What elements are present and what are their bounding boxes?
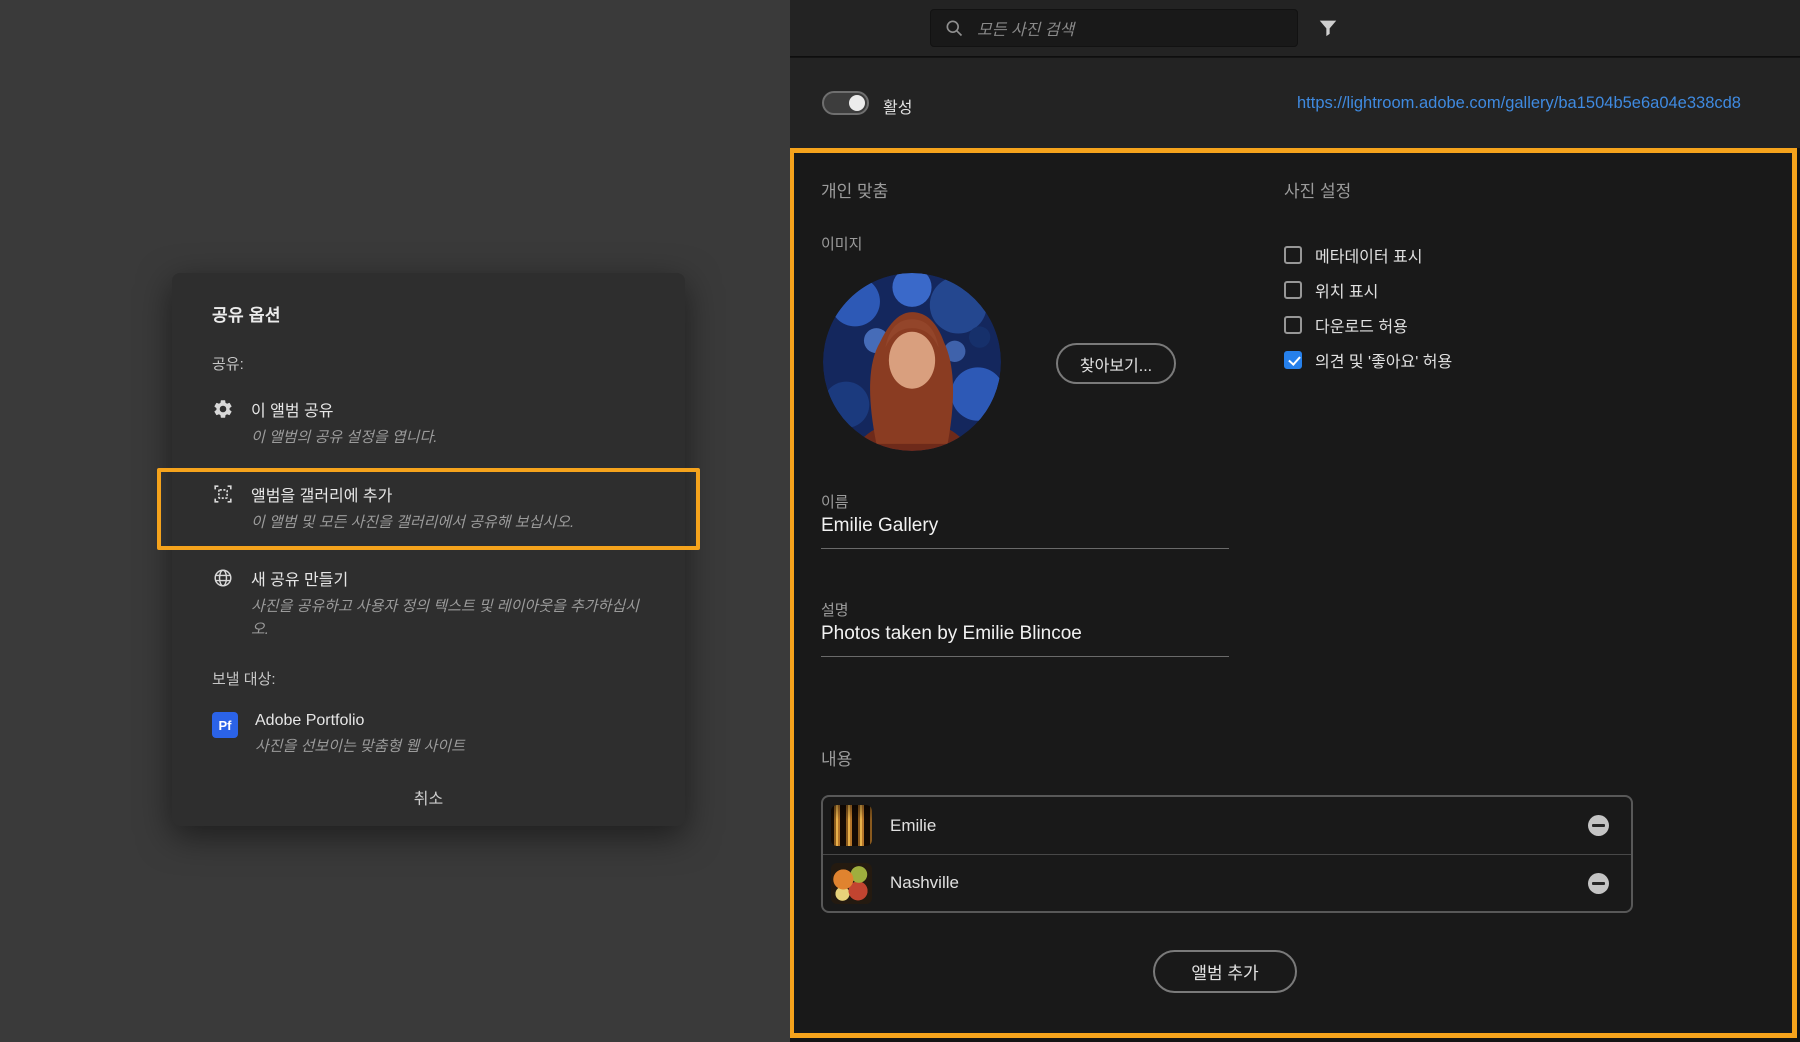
menu-item-desc: 이 앨범 및 모든 사진을 갤러리에서 공유해 보십시오. — [251, 512, 645, 535]
menu-item-adobe-portfolio[interactable]: Pf Adobe Portfolio 사진을 선보이는 맞춤형 웹 사이트 — [212, 712, 645, 759]
browse-button[interactable]: 찾아보기... — [1056, 343, 1176, 384]
remove-album-icon[interactable] — [1588, 815, 1609, 836]
share-section-label: 공유: — [212, 353, 645, 374]
menu-item-desc: 사진을 공유하고 사용자 정의 텍스트 및 레이아웃을 추가하십시오. — [251, 596, 645, 641]
topbar: 모든 사진 검색 — [790, 0, 1800, 57]
setting-row-show-metadata: 메타데이터 표시 — [1284, 243, 1452, 267]
remove-album-icon[interactable] — [1588, 873, 1609, 894]
share-options-popup: 공유 옵션 공유: 이 앨범 공유 이 앨범의 공유 설정을 엽니다. 앨범을 … — [172, 273, 685, 826]
album-thumbnail — [831, 805, 872, 846]
send-to-section-label: 보낼 대상: — [212, 668, 645, 689]
setting-row-allow-downloads: 다운로드 허용 — [1284, 313, 1452, 337]
photo-settings-list: 메타데이터 표시 위치 표시 다운로드 허용 의견 및 '좋아요' 허용 — [1284, 243, 1452, 372]
album-name: Nashville — [890, 873, 1588, 893]
active-toggle-label: 활성 — [883, 94, 912, 118]
personalize-heading: 개인 맞춤 — [821, 177, 888, 202]
popup-title: 공유 옵션 — [212, 301, 645, 326]
checkbox-label: 메타데이터 표시 — [1315, 243, 1423, 267]
checkbox-label: 다운로드 허용 — [1315, 313, 1408, 337]
content-heading: 내용 — [821, 745, 852, 770]
status-row: 활성 https://lightroom.adobe.com/gallery/b… — [790, 58, 1800, 148]
checkbox-show-metadata[interactable] — [1284, 246, 1302, 264]
menu-item-new-share[interactable]: 새 공유 만들기 사진을 공유하고 사용자 정의 텍스트 및 레이아웃을 추가하… — [212, 566, 645, 641]
setting-row-show-location: 위치 표시 — [1284, 278, 1452, 302]
album-list: Emilie Nashville — [821, 795, 1633, 913]
workspace-background: 공유 옵션 공유: 이 앨범 공유 이 앨범의 공유 설정을 엽니다. 앨범을 … — [0, 0, 790, 1042]
menu-item-share-album[interactable]: 이 앨범 공유 이 앨범의 공유 설정을 엽니다. — [212, 397, 645, 450]
checkbox-allow-comments[interactable] — [1284, 351, 1302, 369]
gallery-share-link[interactable]: https://lightroom.adobe.com/gallery/ba15… — [1297, 94, 1741, 113]
search-icon — [944, 18, 964, 38]
menu-item-label: 이 앨범 공유 — [251, 397, 645, 421]
checkbox-show-location[interactable] — [1284, 281, 1302, 299]
filter-icon[interactable] — [1317, 17, 1339, 39]
image-label: 이미지 — [821, 233, 862, 254]
setting-row-allow-comments: 의견 및 '좋아요' 허용 — [1284, 348, 1452, 372]
gallery-settings-panel: 개인 맞춤 사진 설정 이미지 — [790, 148, 1797, 1038]
name-label: 이름 — [821, 491, 849, 512]
cancel-button[interactable]: 취소 — [212, 785, 645, 809]
album-name: Emilie — [890, 816, 1588, 836]
gear-icon — [212, 398, 234, 420]
gallery-frame-icon — [212, 483, 234, 505]
menu-item-label: 앨범을 갤러리에 추가 — [251, 482, 645, 506]
add-album-button[interactable]: 앨범 추가 — [1153, 950, 1297, 993]
adobe-portfolio-icon: Pf — [212, 712, 238, 738]
album-row[interactable]: Emilie — [823, 797, 1631, 854]
checkbox-label: 위치 표시 — [1315, 278, 1378, 302]
share-settings-region: 모든 사진 검색 활성 https://lightroom.adobe.com/… — [790, 0, 1800, 1042]
album-thumbnail — [831, 863, 872, 904]
gallery-description-input[interactable]: Photos taken by Emilie Blincoe — [821, 623, 1229, 657]
menu-item-desc: 사진을 선보이는 맞춤형 웹 사이트 — [255, 736, 645, 759]
photo-settings-heading: 사진 설정 — [1284, 177, 1351, 202]
active-toggle[interactable] — [822, 91, 869, 115]
menu-item-label: 새 공유 만들기 — [251, 566, 645, 590]
album-row[interactable]: Nashville — [823, 854, 1631, 911]
menu-item-add-to-gallery[interactable]: 앨범을 갤러리에 추가 이 앨범 및 모든 사진을 갤러리에서 공유해 보십시오… — [157, 468, 700, 551]
gallery-name-input[interactable]: Emilie Gallery — [821, 515, 1229, 549]
search-input[interactable]: 모든 사진 검색 — [930, 9, 1298, 47]
description-label: 설명 — [821, 599, 849, 620]
menu-item-desc: 이 앨범의 공유 설정을 엽니다. — [251, 427, 645, 450]
checkbox-label: 의견 및 '좋아요' 허용 — [1315, 348, 1452, 372]
search-placeholder: 모든 사진 검색 — [977, 16, 1074, 40]
checkbox-allow-downloads[interactable] — [1284, 316, 1302, 334]
globe-icon — [212, 567, 234, 589]
gallery-avatar — [823, 273, 1001, 451]
menu-item-label: Adobe Portfolio — [255, 712, 645, 730]
